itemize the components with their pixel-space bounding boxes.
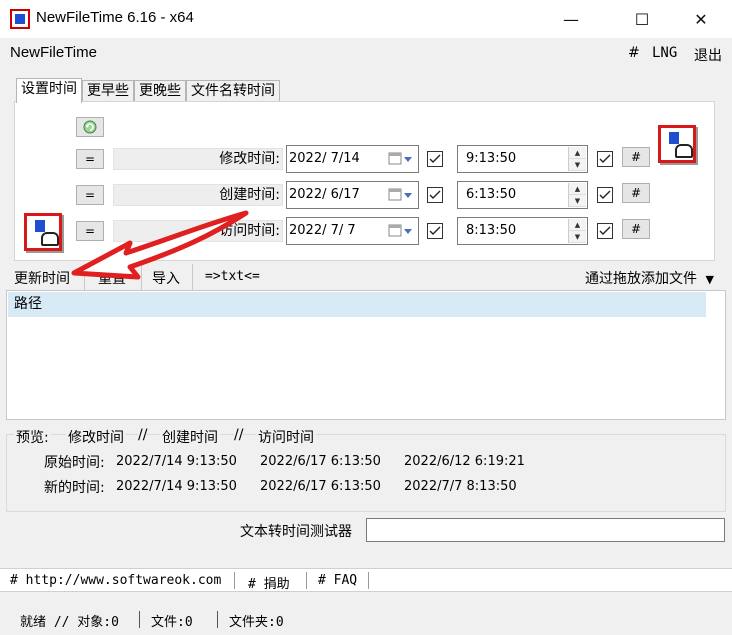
footer-separator [306, 572, 307, 589]
title-bar: NewFileTime 6.16 - x64 — ☐ ✕ [0, 0, 732, 38]
original-accessed: 2022/6/12 6:19:21 [404, 454, 525, 469]
new-accessed: 2022/7/7 8:13:50 [404, 479, 517, 494]
preview-legend: 预览: [14, 427, 51, 447]
accessed-hash-button[interactable]: # [622, 219, 650, 239]
maximize-button[interactable]: ☐ [619, 0, 665, 38]
modified-date-value: 2022/ 7/14 [289, 151, 360, 166]
website-link[interactable]: # http://www.softwareok.com [10, 573, 221, 588]
menu-hash[interactable]: # [628, 45, 640, 61]
tab-set-time[interactable]: 设置时间 [16, 78, 82, 103]
original-created: 2022/6/17 6:13:50 [260, 454, 381, 469]
accessed-date-checkbox[interactable] [427, 223, 443, 239]
status-ready: 就绪 // 对象:0 [20, 615, 119, 630]
check-icon [429, 154, 441, 163]
menu-language[interactable]: LNG [652, 45, 677, 61]
dropdown-arrow-icon: ▼ [705, 273, 714, 286]
preview-col-modified: 修改时间 [66, 427, 126, 447]
created-date-checkbox[interactable] [427, 187, 443, 203]
tab-strip: 设置时间 更早些 更晚些 文件名转时间 [16, 78, 280, 103]
accessed-time-value: 8:13:50 [466, 223, 517, 238]
created-equal-button[interactable]: = [76, 185, 104, 205]
accessed-time-spinner[interactable]: ▲ ▼ [568, 219, 586, 243]
minimize-button[interactable]: — [548, 0, 594, 38]
drag-add-label: 通过拖放添加文件 [585, 271, 697, 287]
modified-hash-button[interactable]: # [622, 147, 650, 167]
status-separator [139, 611, 140, 628]
window-title: NewFileTime 6.16 - x64 [36, 9, 194, 26]
status-files: 文件:0 [151, 615, 193, 630]
original-time-label: 原始时间: [44, 455, 105, 471]
spin-down-icon[interactable]: ▼ [569, 159, 586, 171]
refresh-button[interactable] [76, 117, 104, 137]
modified-time-input[interactable]: 9:13:50 ▲ ▼ [457, 145, 588, 173]
modified-date-checkbox[interactable] [427, 151, 443, 167]
check-icon [429, 190, 441, 199]
app-name: NewFileTime [10, 44, 97, 61]
footer-separator [368, 572, 369, 589]
calendar-dropdown-icon [388, 188, 412, 201]
created-label: 创建时间: [219, 187, 280, 203]
check-icon [429, 226, 441, 235]
spin-down-icon[interactable]: ▼ [569, 195, 586, 207]
status-folders: 文件夹:0 [229, 615, 284, 630]
spin-down-icon[interactable]: ▼ [569, 231, 586, 243]
calendar-dropdown-icon [388, 224, 412, 237]
app-icon [10, 9, 30, 29]
created-date-picker[interactable]: 2022/ 6/17 [286, 181, 419, 209]
close-button[interactable]: ✕ [678, 0, 724, 38]
new-time-label: 新的时间: [44, 480, 105, 496]
status-separator [217, 611, 218, 628]
preview-sep-2: // [234, 427, 244, 443]
newfiletime-logo-icon-left [24, 213, 62, 251]
created-date-value: 2022/ 6/17 [289, 187, 360, 202]
footer-links: # http://www.softwareok.com # 捐助 # FAQ [0, 568, 732, 592]
accessed-time-checkbox[interactable] [597, 223, 613, 239]
refresh-icon [83, 120, 97, 134]
created-hash-button[interactable]: # [622, 183, 650, 203]
footer-separator [234, 572, 235, 589]
menu-exit[interactable]: 退出 [694, 45, 722, 65]
modified-time-value: 9:13:50 [466, 151, 517, 166]
donate-link[interactable]: # 捐助 [248, 573, 290, 592]
created-time-input[interactable]: 6:13:50 ▲ ▼ [457, 181, 588, 209]
preview-col-created: 创建时间 [160, 427, 220, 447]
check-icon [599, 190, 611, 199]
tab-earlier[interactable]: 更早些 [82, 80, 134, 102]
drag-add-files-menu[interactable]: 通过拖放添加文件 ▼ [585, 268, 714, 288]
check-icon [599, 226, 611, 235]
accessed-date-value: 2022/ 7/ 7 [289, 223, 356, 238]
accessed-date-picker[interactable]: 2022/ 7/ 7 [286, 217, 419, 245]
modified-time-checkbox[interactable] [597, 151, 613, 167]
check-icon [599, 154, 611, 163]
faq-link[interactable]: # FAQ [318, 573, 357, 588]
menu-bar: NewFileTime # LNG 退出 [0, 38, 732, 68]
preview-col-accessed: 访问时间 [256, 427, 316, 447]
status-bar: 就绪 // 对象:0 文件:0 文件夹:0 [0, 603, 732, 635]
preview-sep-1: // [138, 427, 148, 443]
created-time-spinner[interactable]: ▲ ▼ [568, 183, 586, 207]
newfiletime-logo-icon [658, 125, 696, 163]
list-header-path[interactable]: 路径 [8, 292, 706, 317]
tab-later[interactable]: 更晚些 [134, 80, 186, 102]
tab-filename-to-time[interactable]: 文件名转时间 [186, 80, 280, 102]
text-to-time-tester-label: 文本转时间测试器 [240, 524, 352, 540]
created-time-checkbox[interactable] [597, 187, 613, 203]
original-modified: 2022/7/14 9:13:50 [116, 454, 237, 469]
created-time-value: 6:13:50 [466, 187, 517, 202]
new-created: 2022/6/17 6:13:50 [260, 479, 381, 494]
modified-time-spinner[interactable]: ▲ ▼ [568, 147, 586, 171]
modified-equal-button[interactable]: = [76, 149, 104, 169]
modified-date-picker[interactable]: 2022/ 7/14 [286, 145, 419, 173]
accessed-time-input[interactable]: 8:13:50 ▲ ▼ [457, 217, 588, 245]
text-to-time-tester-input[interactable] [366, 518, 725, 542]
calendar-dropdown-icon [388, 152, 412, 165]
modified-label: 修改时间: [219, 151, 280, 167]
red-arrow-annotation [71, 210, 249, 280]
new-modified: 2022/7/14 9:13:50 [116, 479, 237, 494]
